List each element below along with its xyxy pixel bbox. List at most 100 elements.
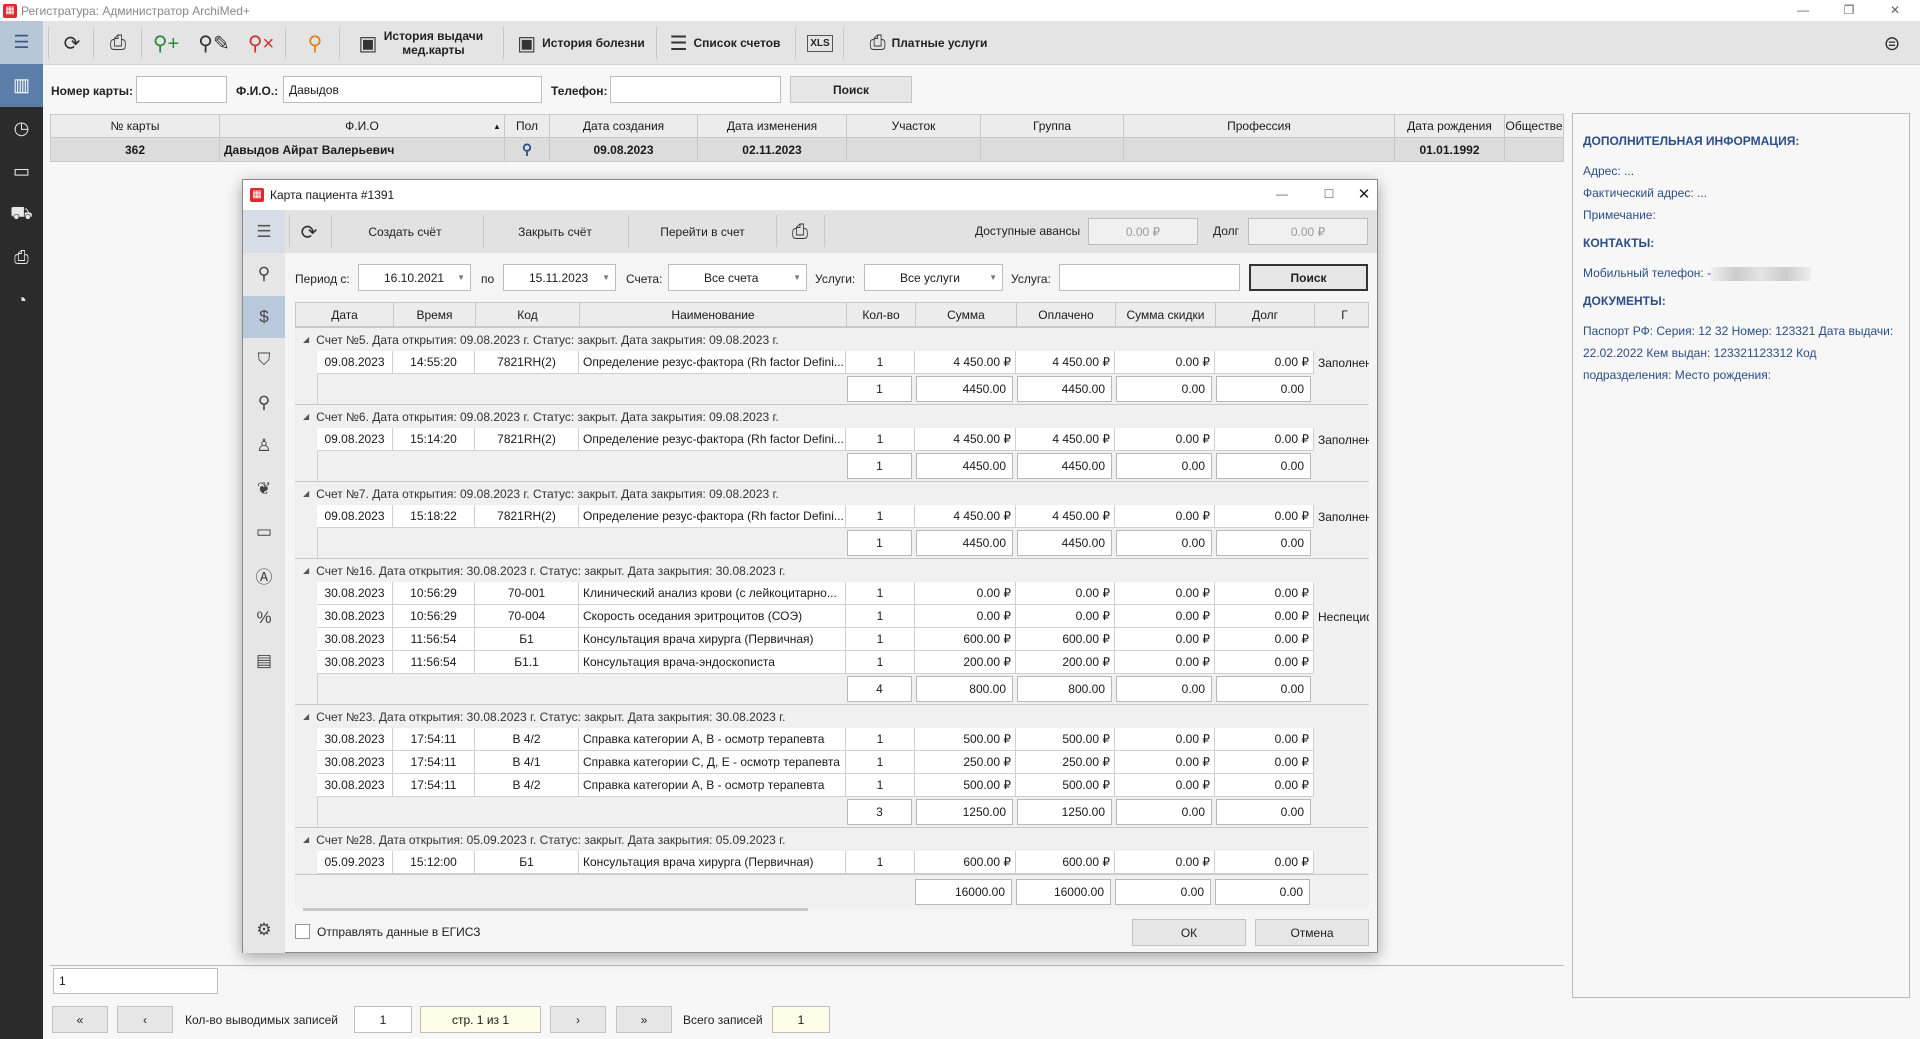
service-row[interactable]: 09.08.2023 15:18:22 7821RH(2) Определение р… bbox=[317, 505, 1369, 528]
column-header[interactable]: Обществе bbox=[1505, 114, 1564, 138]
grid-column-header[interactable]: Кол-во bbox=[847, 303, 916, 326]
first-page-button[interactable]: « bbox=[52, 1006, 108, 1033]
dialog-minimize-button[interactable]: — bbox=[1259, 184, 1305, 205]
patient-representative-button[interactable]: ⚲ bbox=[298, 25, 332, 61]
grid-column-header[interactable]: Дата bbox=[296, 303, 394, 326]
grid-column-header[interactable]: Наименование bbox=[580, 303, 847, 326]
grid-column-header[interactable]: Время bbox=[394, 303, 476, 326]
column-header[interactable]: Группа bbox=[981, 114, 1124, 138]
settings-icon[interactable]: ⚙ bbox=[243, 909, 285, 951]
grid-column-header[interactable]: Код bbox=[476, 303, 580, 326]
grid-column-header[interactable]: Сумма bbox=[916, 303, 1017, 326]
user-shield-icon[interactable]: ⚲ bbox=[243, 382, 285, 424]
barcode-card-icon[interactable]: ▤ bbox=[243, 640, 285, 682]
minimize-button[interactable]: — bbox=[1780, 0, 1826, 21]
cards-icon[interactable]: ▥ bbox=[0, 64, 43, 107]
column-header[interactable]: Профессия bbox=[1124, 114, 1395, 138]
column-header[interactable]: № карты bbox=[50, 114, 220, 138]
schedule-icon[interactable]: ◷ bbox=[0, 107, 43, 150]
bill-group-header[interactable]: ◢ Счет №6. Дата открытия: 09.08.2023 г. С… bbox=[295, 404, 1369, 428]
prev-page-button[interactable]: ‹ bbox=[117, 1006, 173, 1033]
patient-icon[interactable]: ⚲ bbox=[243, 253, 285, 295]
last-page-button[interactable]: » bbox=[616, 1006, 672, 1033]
service-row[interactable]: 05.09.2023 15:12:00 Б1 Консультация врача х… bbox=[317, 851, 1369, 874]
ok-button[interactable]: ОК bbox=[1132, 919, 1246, 946]
refresh-button[interactable]: ⟳ bbox=[55, 25, 89, 61]
service-row[interactable]: 30.08.2023 11:56:54 Б1 Консультация врача х… bbox=[317, 628, 1369, 651]
collapse-triangle-icon[interactable]: ◢ bbox=[303, 489, 309, 498]
dialog-print-button[interactable]: ⎙ bbox=[783, 214, 817, 250]
bill-group-header[interactable]: ◢ Счет №28. Дата открытия: 05.09.2023 г. … bbox=[295, 827, 1369, 851]
fio-input[interactable]: Давыдов bbox=[283, 76, 542, 103]
next-page-button[interactable]: › bbox=[550, 1006, 606, 1033]
options-button[interactable]: ⊜ bbox=[1875, 25, 1909, 61]
service-row[interactable]: 09.08.2023 15:14:20 7821RH(2) Определение р… bbox=[317, 428, 1369, 451]
close-button[interactable]: ✕ bbox=[1872, 0, 1918, 21]
dialog-menu-icon[interactable]: ☰ bbox=[243, 210, 285, 253]
bill-group-header[interactable]: ◢ Счет №23. Дата открытия: 30.08.2023 г. … bbox=[295, 704, 1369, 728]
card-number-input[interactable] bbox=[136, 76, 227, 103]
column-header[interactable]: Ф.И.О ▲ bbox=[220, 114, 505, 138]
card-history-button[interactable]: ▣ История выдачи мед.карты bbox=[351, 25, 491, 61]
ambulance-icon[interactable]: ⛟ bbox=[0, 193, 43, 236]
collapse-triangle-icon[interactable]: ◢ bbox=[303, 712, 309, 721]
grid-column-header[interactable]: Долг bbox=[1216, 303, 1315, 326]
column-header[interactable]: Дата рождения bbox=[1395, 114, 1505, 138]
export-xls-button[interactable]: XLS bbox=[803, 25, 837, 61]
doctor-icon[interactable]: ♙ bbox=[243, 425, 285, 467]
bills-list-button[interactable]: ☰ Список счетов bbox=[665, 25, 785, 61]
collapse-triangle-icon[interactable]: ◢ bbox=[303, 335, 309, 344]
grid-column-header[interactable]: Оплачено bbox=[1017, 303, 1116, 326]
service-row[interactable]: 30.08.2023 17:54:11 В 4/2 Справка категории… bbox=[317, 728, 1369, 751]
go-to-bill-button[interactable]: Перейти в счет bbox=[630, 214, 775, 250]
records-count-input[interactable]: 1 bbox=[354, 1006, 412, 1033]
insurance-shield-icon[interactable]: ⛉ bbox=[243, 339, 285, 381]
collapse-triangle-icon[interactable]: ◢ bbox=[303, 566, 309, 575]
discount-icon[interactable]: % bbox=[243, 597, 285, 639]
bill-group-header[interactable]: ◢ Счет №5. Дата открытия: 09.08.2023 г. С… bbox=[295, 327, 1369, 351]
service-row[interactable]: 30.08.2023 11:56:54 Б1.1 Консультация врача… bbox=[317, 651, 1369, 674]
paid-services-icon[interactable]: ⎙ bbox=[0, 236, 43, 279]
grid-column-header[interactable]: Сумма скидки bbox=[1116, 303, 1216, 326]
egisz-checkbox[interactable] bbox=[295, 924, 310, 939]
collapse-triangle-icon[interactable]: ◢ bbox=[303, 412, 309, 421]
ticket-icon[interactable]: ▭ bbox=[0, 150, 43, 193]
service-row[interactable]: 30.08.2023 10:56:29 70-004 Скорость оседани… bbox=[317, 605, 1369, 628]
service-input[interactable] bbox=[1059, 264, 1240, 291]
print-button[interactable]: ⎙ bbox=[101, 25, 135, 61]
create-bill-button[interactable]: Создать счёт bbox=[335, 214, 475, 250]
collapse-triangle-icon[interactable]: ◢ bbox=[303, 835, 309, 844]
restore-button[interactable]: ❐ bbox=[1826, 0, 1872, 21]
services-select[interactable]: Все услуги ▼ bbox=[864, 264, 1003, 291]
menu-icon[interactable]: ☰ bbox=[0, 21, 43, 64]
disease-history-button[interactable]: ▣ История болезни bbox=[511, 25, 651, 61]
date-to-picker[interactable]: 15.11.2023 ▼ bbox=[503, 264, 616, 291]
ticket-icon[interactable]: ▭ bbox=[243, 511, 285, 553]
phone-input[interactable] bbox=[610, 76, 781, 103]
search-button[interactable]: Поиск bbox=[790, 76, 912, 103]
delete-patient-button[interactable]: ⚲× bbox=[244, 25, 278, 61]
dialog-refresh-button[interactable]: ⟳ bbox=[293, 214, 325, 250]
cancel-button[interactable]: Отмена bbox=[1255, 919, 1369, 946]
column-header[interactable]: Пол bbox=[505, 114, 550, 138]
horizontal-scrollbar[interactable] bbox=[303, 908, 808, 911]
bills-history-icon[interactable]: $ bbox=[243, 296, 285, 338]
date-from-picker[interactable]: 16.10.2021 ▼ bbox=[358, 264, 471, 291]
add-patient-button[interactable]: ⚲+ bbox=[149, 25, 183, 61]
service-row[interactable]: 30.08.2023 10:56:29 70-001 Клинический анал… bbox=[317, 582, 1369, 605]
bill-group-header[interactable]: ◢ Счет №7. Дата открытия: 09.08.2023 г. С… bbox=[295, 481, 1369, 505]
column-header[interactable]: Участок bbox=[847, 114, 981, 138]
service-row[interactable]: 30.08.2023 17:54:11 В 4/2 Справка категории… bbox=[317, 774, 1369, 797]
location-icon[interactable]: Ⓐ bbox=[243, 554, 285, 596]
dialog-maximize-button[interactable]: ☐ bbox=[1306, 184, 1352, 205]
service-row[interactable]: 09.08.2023 14:55:20 7821RH(2) Определение р… bbox=[317, 351, 1369, 374]
dialog-search-button[interactable]: Поиск bbox=[1249, 264, 1368, 291]
column-header[interactable]: Дата изменения bbox=[698, 114, 847, 138]
bills-select[interactable]: Все счета ▼ bbox=[668, 264, 807, 291]
close-bill-button[interactable]: Закрыть счёт bbox=[485, 214, 625, 250]
check-clock-icon[interactable]: ◔ bbox=[0, 279, 43, 322]
filter-input[interactable]: 1 bbox=[53, 968, 218, 994]
grid-column-header[interactable]: Г bbox=[1315, 303, 1369, 326]
dialog-close-button[interactable]: ✕ bbox=[1351, 184, 1377, 205]
bill-group-header[interactable]: ◢ Счет №16. Дата открытия: 30.08.2023 г. … bbox=[295, 558, 1369, 582]
